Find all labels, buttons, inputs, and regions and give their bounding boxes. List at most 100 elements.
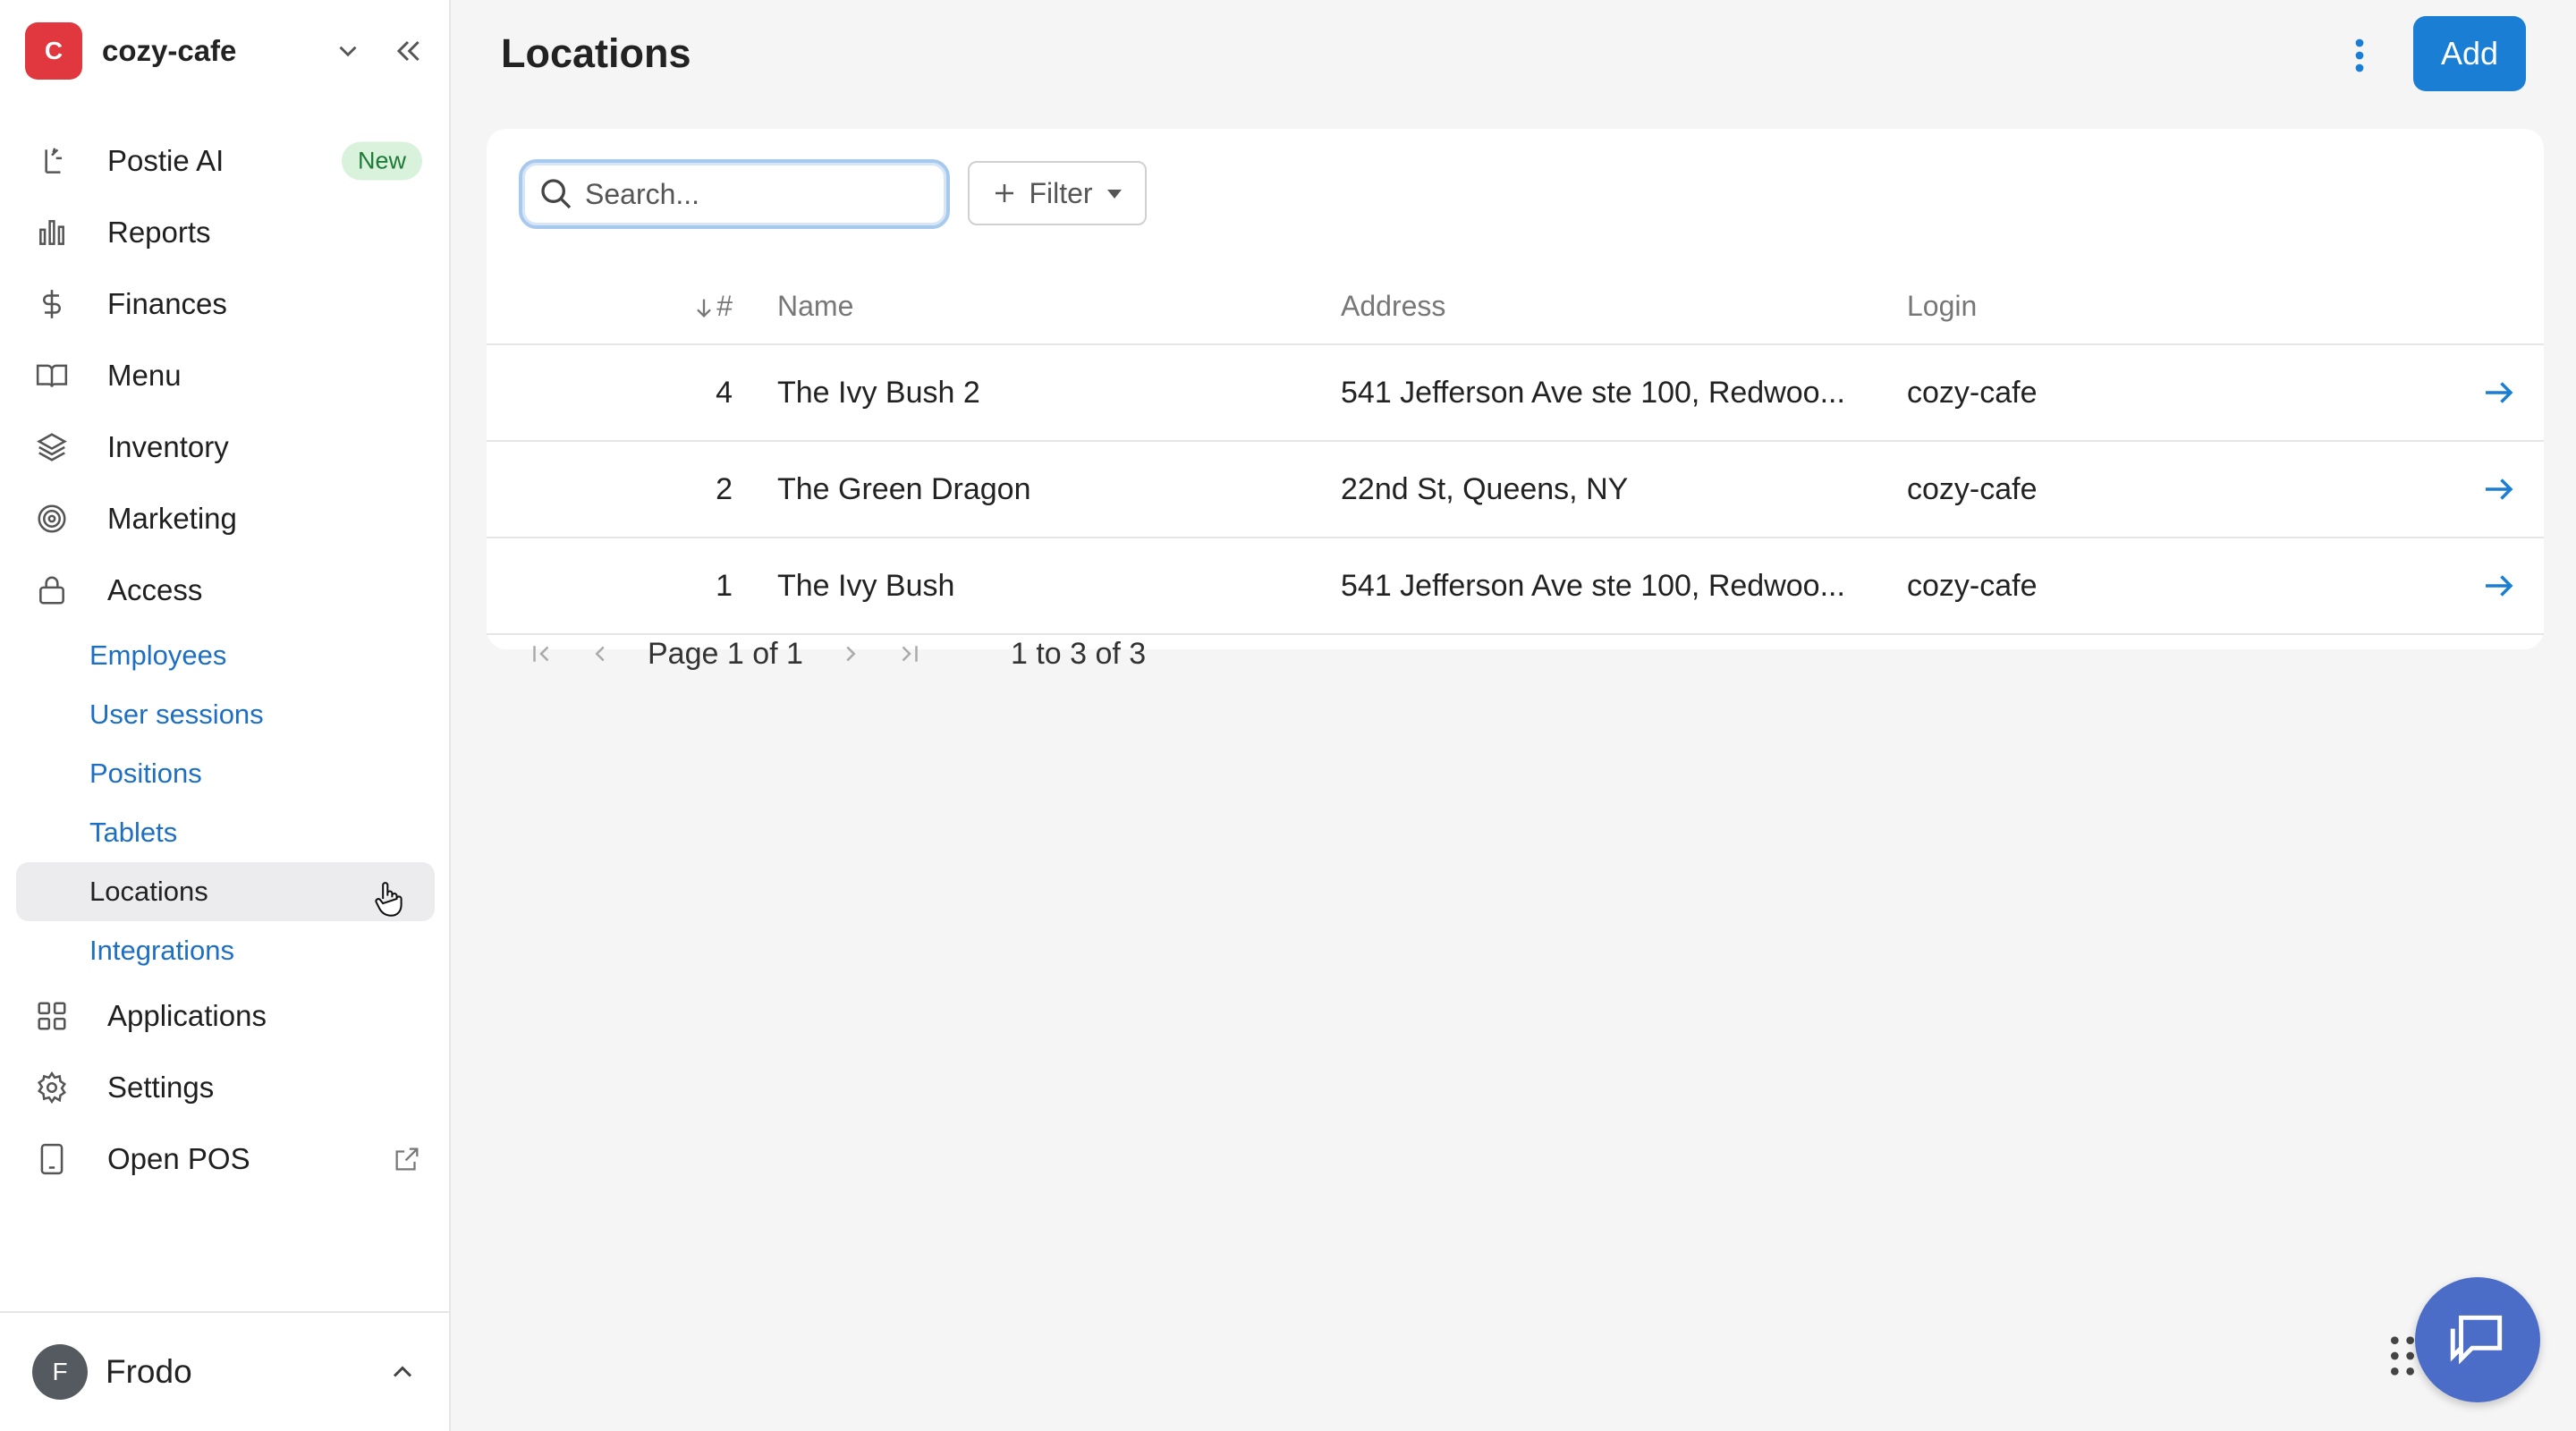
sidebar-subitem-tablets[interactable]: Tablets xyxy=(16,803,435,862)
sidebar-subitem-locations[interactable]: Locations xyxy=(16,862,435,921)
new-badge: New xyxy=(341,141,422,181)
sidebar-item-settings[interactable]: Settings xyxy=(16,1052,435,1123)
chevron-down-icon[interactable] xyxy=(333,36,363,66)
search-input[interactable] xyxy=(585,177,925,211)
sidebar-item-access[interactable]: Access xyxy=(16,555,435,626)
chevron-left-icon xyxy=(595,646,605,662)
of-label: of xyxy=(752,636,778,671)
next-page-button[interactable] xyxy=(821,640,880,667)
filter-button[interactable]: Filter xyxy=(968,161,1147,225)
wand-icon xyxy=(34,143,70,179)
cell-login: cozy-cafe xyxy=(1907,375,2038,410)
column-header-address[interactable]: Address xyxy=(1305,290,1871,323)
total-pages: 1 xyxy=(786,636,803,671)
layers-icon xyxy=(34,429,70,465)
sidebar-item-label: Reports xyxy=(107,216,211,249)
grid-icon xyxy=(34,998,70,1034)
sidebar: C cozy-cafe Postie AI New Reports Financ… xyxy=(0,0,451,1431)
row-open-button[interactable] xyxy=(2408,470,2542,508)
arrow-right-icon xyxy=(2486,382,2513,403)
row-open-button[interactable] xyxy=(2408,567,2542,605)
sidebar-subitem-user-sessions[interactable]: User sessions xyxy=(16,685,435,744)
table-row[interactable]: 4 The Ivy Bush 2 541 Jefferson Ave ste 1… xyxy=(487,345,2544,442)
tablet-icon xyxy=(34,1141,70,1177)
cell-address: 541 Jefferson Ave ste 100, Redwoo... xyxy=(1341,375,1845,410)
sidebar-item-label: Locations xyxy=(89,876,208,907)
book-icon xyxy=(34,358,70,394)
sidebar-item-label: Applications xyxy=(107,999,267,1032)
main-content: Locations Add Filter # Name Address Logi… xyxy=(451,0,2576,1431)
sidebar-item-postie-ai[interactable]: Postie AI New xyxy=(16,125,435,197)
page-title: Locations xyxy=(501,30,691,76)
sidebar-subitem-integrations[interactable]: Integrations xyxy=(16,921,435,980)
lock-icon xyxy=(34,572,70,608)
search-box[interactable] xyxy=(519,159,950,229)
org-switcher[interactable]: C cozy-cafe xyxy=(25,21,426,80)
sidebar-item-finances[interactable]: Finances xyxy=(16,268,435,340)
sidebar-item-label: Open POS xyxy=(107,1142,250,1175)
collapse-sidebar-icon[interactable] xyxy=(390,33,426,69)
sidebar-subitem-employees[interactable]: Employees xyxy=(16,626,435,685)
chevron-right-icon xyxy=(846,646,856,662)
column-header-num[interactable]: # xyxy=(487,290,741,323)
row-range: 1 to 3 of 3 xyxy=(1010,636,1147,671)
user-menu[interactable]: F Frodo xyxy=(0,1311,449,1431)
org-name: cozy-cafe xyxy=(102,34,237,67)
avatar: F xyxy=(32,1344,88,1400)
sidebar-item-reports[interactable]: Reports xyxy=(16,197,435,268)
table-header: # Name Address Login xyxy=(487,268,2544,345)
more-options-icon[interactable] xyxy=(2349,38,2370,73)
column-header-name[interactable]: Name xyxy=(741,290,1305,323)
user-name: Frodo xyxy=(106,1353,192,1390)
plus-icon xyxy=(996,184,1014,202)
sidebar-nav: Postie AI New Reports Finances Menu Inve… xyxy=(16,125,435,1195)
table-row[interactable]: 1 The Ivy Bush 541 Jefferson Ave ste 100… xyxy=(487,538,2544,635)
sidebar-item-inventory[interactable]: Inventory xyxy=(16,411,435,483)
row-open-button[interactable] xyxy=(2408,374,2542,411)
cell-name: The Ivy Bush 2 xyxy=(777,375,980,410)
arrow-right-icon xyxy=(2486,575,2513,597)
chat-icon xyxy=(2450,1315,2503,1365)
cell-num: 4 xyxy=(716,375,733,410)
cell-login: cozy-cafe xyxy=(1907,568,2038,603)
arrow-right-icon xyxy=(2486,478,2513,500)
add-button[interactable]: Add xyxy=(2413,16,2526,91)
cell-name: The Ivy Bush xyxy=(777,568,955,603)
sidebar-item-label: Settings xyxy=(107,1071,215,1104)
sidebar-item-marketing[interactable]: Marketing xyxy=(16,483,435,555)
table-row[interactable]: 2 The Green Dragon 22nd St, Queens, NY c… xyxy=(487,442,2544,538)
sidebar-item-label: Marketing xyxy=(107,502,237,535)
gear-icon xyxy=(34,1070,70,1105)
cell-address: 541 Jefferson Ave ste 100, Redwoo... xyxy=(1341,568,1845,603)
column-label: # xyxy=(716,289,733,322)
external-link-icon xyxy=(395,1147,419,1171)
bar-chart-icon xyxy=(34,215,70,250)
column-header-login[interactable]: Login xyxy=(1871,290,2408,323)
sidebar-item-open-pos[interactable]: Open POS xyxy=(16,1123,435,1195)
sidebar-item-menu[interactable]: Menu xyxy=(16,340,435,411)
prev-page-button[interactable] xyxy=(571,640,630,667)
locations-table: # Name Address Login 4 The Ivy Bush 2 54… xyxy=(487,268,2544,635)
caret-down-icon xyxy=(1106,190,1122,199)
org-avatar: C xyxy=(25,22,82,80)
cell-num: 2 xyxy=(716,471,733,506)
cell-login: cozy-cafe xyxy=(1907,471,2038,506)
sidebar-item-label: Menu xyxy=(107,359,182,392)
page-indicator: Page 1 of 1 xyxy=(648,637,803,672)
last-page-icon xyxy=(902,646,918,662)
last-page-button[interactable] xyxy=(880,640,939,667)
sidebar-item-applications[interactable]: Applications xyxy=(16,980,435,1052)
sidebar-item-label: Inventory xyxy=(107,430,229,463)
sidebar-item-label: Access xyxy=(107,573,203,606)
hand-cursor-icon xyxy=(375,882,402,917)
cell-num: 1 xyxy=(716,568,733,603)
sidebar-item-label: Postie AI xyxy=(107,144,225,177)
sort-desc-icon xyxy=(697,299,712,318)
sidebar-subitem-positions[interactable]: Positions xyxy=(16,744,435,803)
first-page-button[interactable] xyxy=(512,640,571,667)
locations-card: Filter # Name Address Login 4 The Ivy Bu… xyxy=(487,129,2544,671)
chat-button[interactable] xyxy=(2415,1277,2540,1402)
cell-name: The Green Dragon xyxy=(777,471,1031,506)
filter-label: Filter xyxy=(1029,176,1093,209)
drag-handle-icon[interactable] xyxy=(2386,1333,2419,1379)
